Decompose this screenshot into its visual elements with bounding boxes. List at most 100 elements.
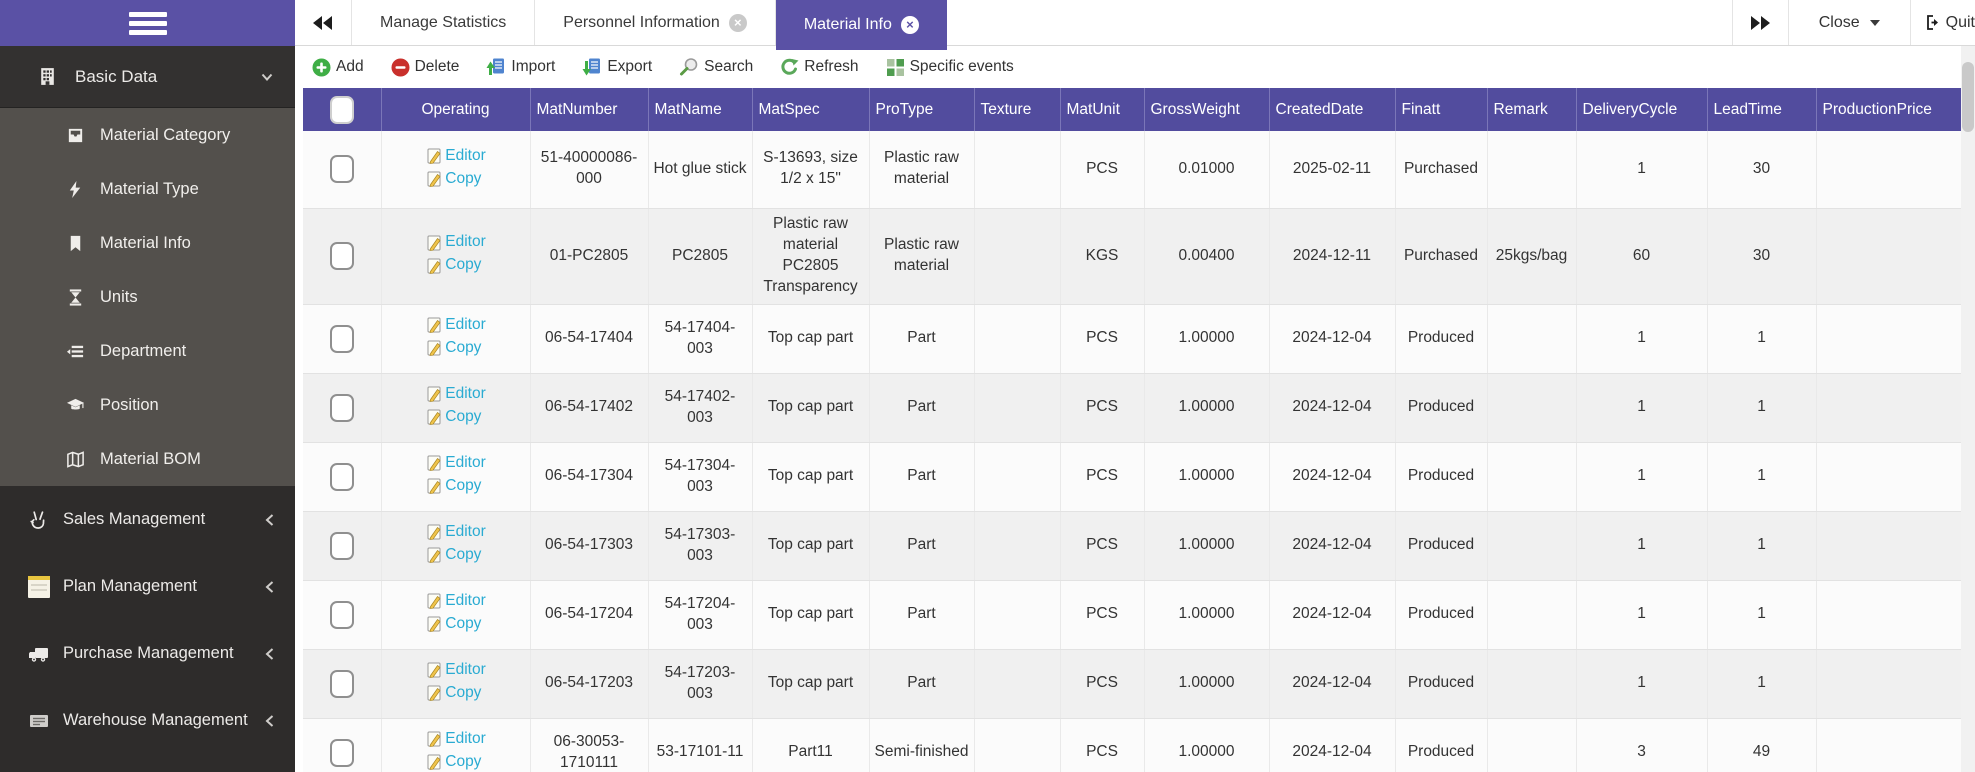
column-header-remark[interactable]: Remark	[1487, 88, 1576, 131]
cell-finatt: Produced	[1395, 304, 1487, 373]
column-header-createddate[interactable]: CreatedDate	[1269, 88, 1395, 131]
cell-matname: PC2805	[648, 208, 752, 304]
cell-createddate: 2024-12-04	[1269, 580, 1395, 649]
row-checkbox[interactable]	[330, 242, 354, 270]
sidebar-group-sales-management[interactable]: Sales Management	[0, 486, 295, 553]
tool-label: Export	[607, 58, 652, 76]
sidebar-item-material-category[interactable]: Material Category	[0, 108, 295, 162]
row-checkbox[interactable]	[330, 463, 354, 491]
sidebar-item-units[interactable]: Units	[0, 270, 295, 324]
add-button[interactable]: Add	[312, 58, 364, 77]
column-header-matspec[interactable]: MatSpec	[752, 88, 869, 131]
operating-cell: Editor Copy	[381, 208, 530, 304]
column-header-leadtime[interactable]: LeadTime	[1707, 88, 1816, 131]
sidebar-group-warehouse-management[interactable]: Warehouse Management	[0, 687, 295, 754]
copy-link[interactable]: Copy	[425, 476, 486, 497]
column-header-matnumber[interactable]: MatNumber	[530, 88, 648, 131]
cell-grossweight: 0.00400	[1144, 208, 1269, 304]
delete-button[interactable]: Delete	[391, 58, 460, 77]
tab-label: Material Info	[804, 16, 892, 34]
editor-label: Editor	[445, 660, 486, 681]
column-header-matname[interactable]: MatName	[648, 88, 752, 131]
sidebar-group-purchase-management[interactable]: Purchase Management	[0, 620, 295, 687]
editor-link[interactable]: Editor	[425, 232, 486, 253]
column-header-protype[interactable]: ProType	[869, 88, 974, 131]
editor-link[interactable]: Editor	[425, 729, 486, 750]
editor-link[interactable]: Editor	[425, 660, 486, 681]
tab-material-info[interactable]: Material Info ×	[776, 0, 947, 50]
sidebar-item-material-info[interactable]: Material Info	[0, 216, 295, 270]
plus-circle-icon	[312, 58, 331, 77]
cell-deliverycycle: 1	[1576, 304, 1707, 373]
tool-label: Search	[704, 58, 753, 76]
row-checkbox[interactable]	[330, 739, 354, 767]
sidebar-group-plan-management[interactable]: Plan Management	[0, 553, 295, 620]
tab-personnel-information[interactable]: Personnel Information ×	[535, 0, 776, 45]
scroll-tabs-left-button[interactable]	[295, 0, 352, 45]
sidebar-item-department[interactable]: Department	[0, 324, 295, 378]
menu-toggle-icon[interactable]	[129, 8, 167, 39]
editor-link[interactable]: Editor	[425, 522, 486, 543]
copy-link[interactable]: Copy	[425, 338, 486, 359]
cell-productionprice	[1816, 131, 1961, 208]
refresh-button[interactable]: Refresh	[780, 58, 858, 77]
victory-hand-icon	[28, 509, 50, 531]
sidebar-item-material-type[interactable]: Material Type	[0, 162, 295, 216]
cell-protype: Part	[869, 442, 974, 511]
export-button[interactable]: Export	[582, 57, 652, 77]
double-chevron-right-icon	[1749, 15, 1771, 31]
row-checkbox[interactable]	[330, 670, 354, 698]
select-all-checkbox[interactable]	[330, 96, 354, 124]
inbox-icon	[66, 126, 85, 145]
sidebar-item-material-bom[interactable]: Material BOM	[0, 432, 295, 486]
table-row: Editor Copy 06-54-17402 54-17402-003 Top…	[303, 373, 1961, 442]
column-header-productionprice[interactable]: ProductionPrice	[1816, 88, 1961, 131]
editor-link[interactable]: Editor	[425, 591, 486, 612]
row-checkbox[interactable]	[330, 155, 354, 183]
row-checkbox[interactable]	[330, 532, 354, 560]
tab-close-icon[interactable]: ×	[729, 14, 747, 32]
scroll-tabs-right-button[interactable]	[1732, 0, 1789, 45]
basic-data-submenu: Material Category Material Type Material…	[0, 108, 295, 486]
sidebar-item-label: Units	[100, 288, 138, 307]
close-tabs-dropdown[interactable]: Close	[1789, 0, 1910, 45]
sidebar-item-label: Material BOM	[100, 450, 201, 469]
row-select-cell	[303, 131, 381, 208]
editor-link[interactable]: Editor	[425, 146, 486, 167]
edit-note-icon	[425, 684, 443, 702]
copy-link[interactable]: Copy	[425, 614, 486, 635]
row-checkbox[interactable]	[330, 325, 354, 353]
scrollbar-thumb[interactable]	[1962, 62, 1974, 132]
editor-link[interactable]: Editor	[425, 384, 486, 405]
search-button[interactable]: Search	[679, 57, 753, 77]
specific-events-button[interactable]: Specific events	[886, 58, 1014, 77]
edit-note-icon	[425, 615, 443, 633]
row-checkbox[interactable]	[330, 394, 354, 422]
copy-link[interactable]: Copy	[425, 752, 486, 772]
hourglass-icon	[66, 288, 85, 307]
row-checkbox[interactable]	[330, 601, 354, 629]
copy-link[interactable]: Copy	[425, 169, 486, 190]
column-header-texture[interactable]: Texture	[974, 88, 1060, 131]
column-header-deliverycycle[interactable]: DeliveryCycle	[1576, 88, 1707, 131]
column-header-grossweight[interactable]: GrossWeight	[1144, 88, 1269, 131]
import-button[interactable]: Import	[486, 57, 555, 77]
editor-link[interactable]: Editor	[425, 315, 486, 336]
edit-note-icon	[425, 385, 443, 403]
copy-link[interactable]: Copy	[425, 683, 486, 704]
cell-texture	[974, 580, 1060, 649]
column-header-matunit[interactable]: MatUnit	[1060, 88, 1144, 131]
tab-manage-statistics[interactable]: Manage Statistics	[352, 0, 535, 45]
quit-button[interactable]: Quit	[1910, 0, 1975, 45]
copy-link[interactable]: Copy	[425, 255, 486, 276]
editor-link[interactable]: Editor	[425, 453, 486, 474]
tab-close-icon[interactable]: ×	[901, 16, 919, 34]
copy-link[interactable]: Copy	[425, 407, 486, 428]
sidebar-item-position[interactable]: Position	[0, 378, 295, 432]
copy-link[interactable]: Copy	[425, 545, 486, 566]
column-header-operating[interactable]: Operating	[381, 88, 530, 131]
sidebar-group-basic-data[interactable]: Basic Data	[0, 46, 295, 108]
vertical-scrollbar[interactable]	[1961, 46, 1975, 772]
sidebar-group-label: Basic Data	[75, 67, 157, 87]
column-header-finatt[interactable]: Finatt	[1395, 88, 1487, 131]
